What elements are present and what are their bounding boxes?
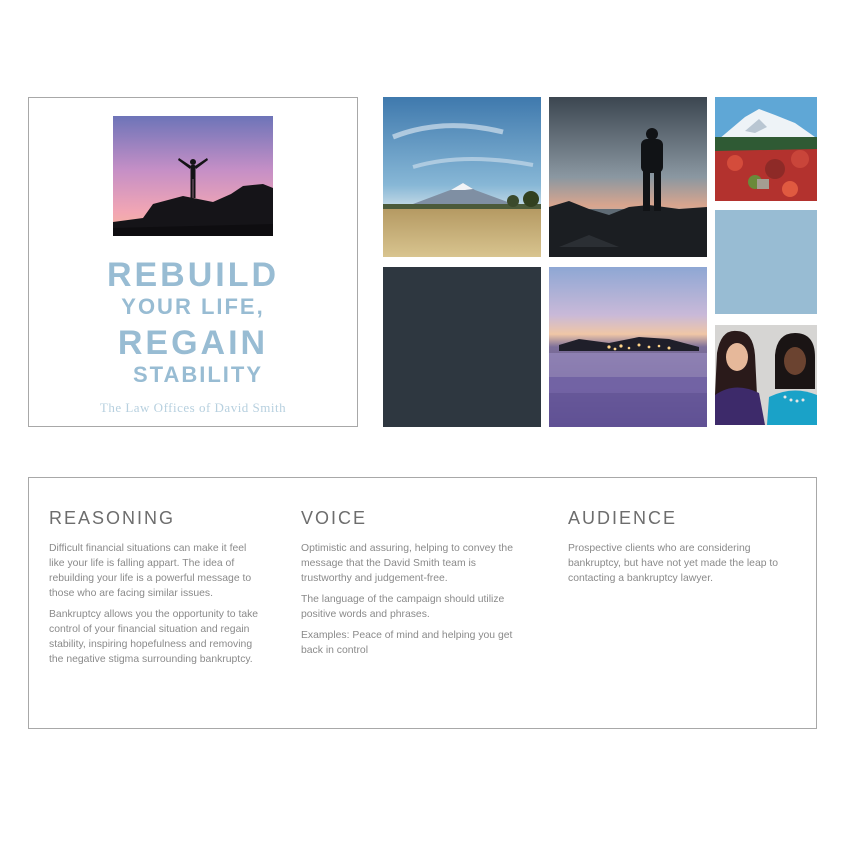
firm-name: The Law Offices of David Smith <box>99 400 287 415</box>
reasoning-paragraph-2: Bankruptcy allows you the opportunity to… <box>49 609 259 665</box>
audience-title: AUDIENCE <box>568 508 678 528</box>
foggy-city-lights-photo <box>549 267 707 427</box>
brand-card: REBUILD YOUR LIFE, REGAIN STABILITY The … <box>28 97 358 427</box>
audience-paragraph-1: Prospective clients who are considering … <box>568 543 779 584</box>
strategy-card: REASONING Difficult financial situations… <box>28 477 817 729</box>
two-women-image <box>715 325 817 425</box>
mountain-meadow-photo <box>383 97 541 257</box>
two-women-smiling-photo <box>715 325 817 425</box>
silhouette-image <box>113 116 273 236</box>
snowy-peak-wildflowers-photo <box>715 97 817 201</box>
foggy-lights-image <box>549 267 707 427</box>
headline-stability: STABILITY <box>132 362 264 387</box>
headline-rebuild: REBUILD <box>106 256 280 294</box>
voice-paragraph-1: Optimistic and assuring, helping to conv… <box>301 543 513 584</box>
voice-paragraph-2: The language of the campaign should util… <box>301 594 505 620</box>
reasoning-title: REASONING <box>49 508 176 528</box>
light-blue-color-swatch <box>715 210 817 314</box>
snowy-peak-image <box>715 97 817 201</box>
triumphant-silhouette-photo <box>113 116 273 236</box>
voice-title: VOICE <box>301 508 368 528</box>
reasoning-paragraph-1: Difficult financial situations can make … <box>49 543 252 599</box>
dark-color-swatch <box>383 267 541 427</box>
reasoning-section: REASONING Difficult financial situations… <box>49 508 261 673</box>
hiker-sunset-photo <box>549 97 707 257</box>
headline-regain: REGAIN <box>117 324 269 362</box>
audience-section: AUDIENCE Prospective clients who are con… <box>568 508 783 592</box>
light-blue-swatch-fill <box>715 210 817 314</box>
mountain-meadow-image <box>383 97 541 257</box>
voice-section: VOICE Optimistic and assuring, helping t… <box>301 508 521 664</box>
dark-swatch-fill <box>383 267 541 427</box>
headline-your-life: YOUR LIFE, <box>121 294 265 319</box>
voice-paragraph-3: Examples: Peace of mind and helping you … <box>301 630 513 656</box>
hiker-sunset-image <box>549 97 707 257</box>
